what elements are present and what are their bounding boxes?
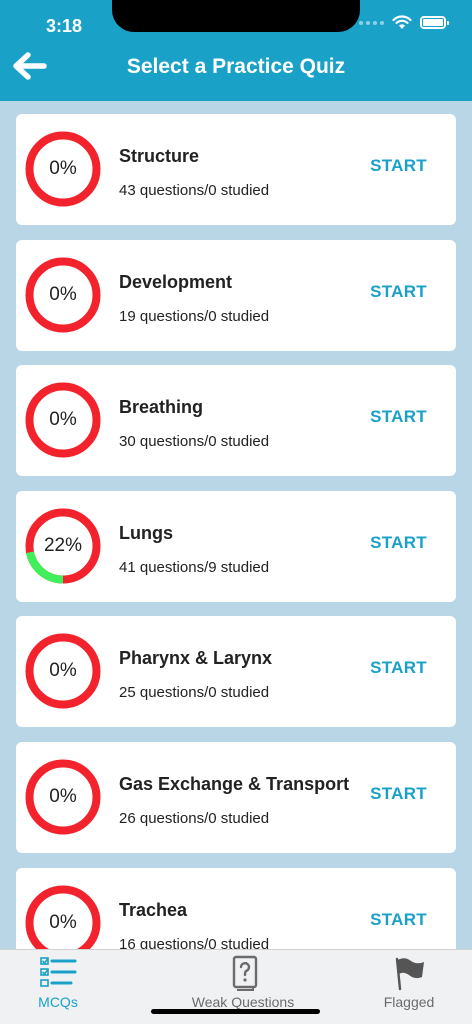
progress-percent: 0% xyxy=(49,158,77,179)
wifi-icon xyxy=(392,15,412,29)
progress-percent: 0% xyxy=(49,409,77,431)
quiz-list: 0% Structure 43 questions/0 studied START 0%… xyxy=(16,114,456,993)
tab-label: Weak Questions xyxy=(191,994,295,1010)
progress-ring: 22% xyxy=(24,507,102,585)
start-button[interactable]: START xyxy=(370,282,427,302)
quiz-subtitle: 43 questions/0 studied xyxy=(119,182,270,199)
question-book-icon xyxy=(232,955,258,991)
quiz-card[interactable]: 22% Lungs 41 questions/9 studied START xyxy=(16,490,456,602)
quiz-subtitle: 41 questions/9 studied xyxy=(119,558,270,576)
header-bar: 3:18 Select a Practice Quiz xyxy=(0,0,472,101)
device-notch xyxy=(112,0,360,32)
quiz-title: Development xyxy=(119,271,233,292)
quiz-subtitle: 25 questions/0 studied xyxy=(119,684,270,702)
quiz-card[interactable]: 0% Development 19 questions/0 studied START xyxy=(16,239,456,351)
progress-ring: 0% xyxy=(24,632,102,710)
progress-ring: 0% xyxy=(24,256,102,334)
checklist-icon xyxy=(40,957,77,987)
page-title: Select a Practice Quiz xyxy=(126,55,346,78)
home-indicator xyxy=(151,1009,320,1014)
progress-percent: 0% xyxy=(49,283,77,305)
quiz-title: Breathing xyxy=(119,397,204,418)
progress-ring: 0% xyxy=(24,758,102,836)
quiz-card[interactable]: 0% Pharynx & Larynx 25 questions/0 studied… xyxy=(16,616,456,728)
progress-ring: 0% xyxy=(24,130,102,208)
progress-percent: 0% xyxy=(49,660,77,682)
quiz-subtitle: 19 questions/0 studied xyxy=(119,307,270,325)
status-time: 3:18 xyxy=(46,16,83,36)
start-button[interactable]: START xyxy=(370,658,427,678)
start-button[interactable]: START xyxy=(370,784,427,804)
quiz-card[interactable]: 0% Structure 43 questions/0 studied START xyxy=(16,114,456,225)
start-button[interactable]: START xyxy=(370,910,427,930)
quiz-card[interactable]: 0% Gas Exchange & Transport 26 questions/0… xyxy=(16,741,456,853)
quiz-title: Structure xyxy=(119,146,200,166)
start-button[interactable]: START xyxy=(370,407,427,427)
tab-mcqs[interactable]: MCQs xyxy=(14,950,102,1024)
quiz-title: Trachea xyxy=(119,899,188,920)
progress-percent: 22% xyxy=(43,534,83,556)
progress-ring: 0% xyxy=(24,381,102,459)
quiz-title: Gas Exchange & Transport xyxy=(119,773,350,794)
tab-flagged[interactable]: Flagged xyxy=(366,950,452,1024)
tab-label: MCQs xyxy=(38,994,78,1010)
flag-icon xyxy=(395,957,424,991)
status-icons xyxy=(359,15,449,30)
quiz-title: Pharynx & Larynx xyxy=(119,648,273,669)
tab-label: Flagged xyxy=(383,994,435,1010)
start-button[interactable]: START xyxy=(370,156,427,176)
quiz-subtitle: 26 questions/0 studied xyxy=(119,809,270,827)
quiz-card[interactable]: 0% Breathing 30 questions/0 studied START xyxy=(16,365,456,477)
start-button[interactable]: START xyxy=(370,533,427,553)
quiz-title: Lungs xyxy=(119,522,173,543)
progress-percent: 0% xyxy=(49,785,77,807)
cellular-signal-icon xyxy=(359,20,384,25)
battery-icon xyxy=(420,16,449,29)
quiz-subtitle: 30 questions/0 studied xyxy=(119,433,270,451)
